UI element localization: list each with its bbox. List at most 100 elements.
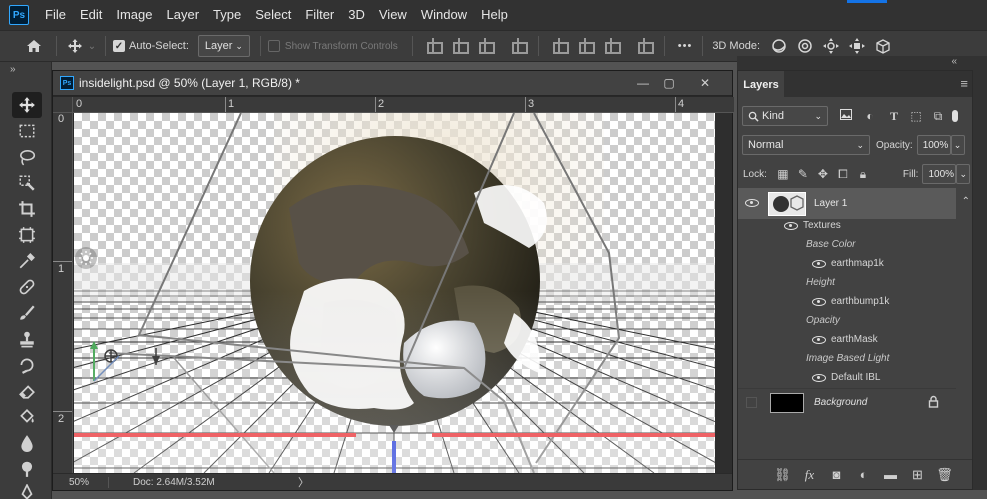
blend-mode-dropdown[interactable]: Normal ⌄: [742, 135, 870, 155]
minimize-icon[interactable]: —: [629, 74, 657, 92]
panel-menu-icon[interactable]: ≡: [960, 76, 968, 91]
menu-layer[interactable]: Layer: [160, 0, 207, 30]
layer-sub-item[interactable]: Default IBL: [812, 368, 987, 387]
history-brush-tool-icon[interactable]: [12, 352, 42, 378]
visibility-eye-icon[interactable]: [812, 297, 826, 306]
filter-kind-dropdown[interactable]: Kind ⌄: [742, 106, 828, 126]
collapse-toolbar-icon[interactable]: »: [0, 62, 51, 76]
canvas[interactable]: [74, 113, 715, 473]
menu-file[interactable]: File: [38, 0, 73, 30]
auto-select-target-dropdown[interactable]: Layer ⌄: [197, 35, 250, 57]
quick-select-tool-icon[interactable]: [12, 170, 42, 196]
visibility-eye-icon[interactable]: [745, 199, 759, 207]
vertical-ruler[interactable]: 0 1 2: [53, 113, 73, 473]
frame-tool-icon[interactable]: [12, 222, 42, 248]
visibility-eye-icon[interactable]: [784, 221, 798, 230]
visibility-eye-icon[interactable]: [812, 335, 826, 344]
chevron-up-icon[interactable]: ⌃: [962, 196, 970, 207]
horizontal-ruler[interactable]: 0 1 2 3 4: [73, 97, 734, 113]
smart-object-filter-icon[interactable]: ⧉: [928, 109, 948, 124]
collapse-panels-icon[interactable]: «: [737, 56, 987, 70]
menu-filter[interactable]: Filter: [298, 0, 341, 30]
home-icon[interactable]: [24, 34, 44, 58]
orbit-3d-icon[interactable]: [766, 34, 792, 58]
more-options-icon[interactable]: •••: [678, 40, 693, 52]
layer-sub-item[interactable]: Base Color: [806, 235, 987, 254]
zoom-level[interactable]: 50%: [53, 477, 108, 488]
move-tool-icon[interactable]: [64, 34, 86, 58]
marquee-tool-icon[interactable]: [12, 118, 42, 144]
healing-brush-tool-icon[interactable]: [12, 274, 42, 300]
light-widget-icon[interactable]: [75, 247, 97, 269]
panel-scrollbar[interactable]: [973, 70, 987, 490]
dodge-tool-icon[interactable]: [12, 456, 42, 482]
menu-select[interactable]: Select: [248, 0, 298, 30]
fx-icon[interactable]: fx: [796, 467, 823, 483]
image-filter-icon[interactable]: [836, 109, 856, 123]
lasso-tool-icon[interactable]: [12, 144, 42, 170]
layer-row-background[interactable]: Background: [738, 388, 956, 416]
document-tab[interactable]: Ps insidelight.psd @ 50% (Layer 1, RGB/8…: [53, 71, 732, 96]
filter-toggle[interactable]: [952, 110, 958, 122]
menu-3d[interactable]: 3D: [341, 0, 372, 30]
visibility-toggle-empty[interactable]: [746, 397, 757, 408]
link-layers-icon[interactable]: ⛓: [769, 467, 796, 483]
eraser-tool-icon[interactable]: [12, 378, 42, 404]
pen-tool-icon[interactable]: [12, 480, 42, 499]
lock-position-icon[interactable]: ✥: [813, 167, 833, 181]
type-filter-icon[interactable]: T: [884, 109, 904, 124]
menu-window[interactable]: Window: [414, 0, 474, 30]
lock-icon[interactable]: [928, 395, 939, 411]
tab-layers[interactable]: Layers: [738, 71, 784, 97]
align-right-icon[interactable]: [477, 38, 495, 54]
shape-filter-icon[interactable]: ⬚: [906, 109, 926, 123]
roll-3d-icon[interactable]: [792, 34, 818, 58]
slide-3d-icon[interactable]: [844, 34, 870, 58]
layer-sub-item[interactable]: earthbump1k: [812, 292, 987, 311]
add-mask-icon[interactable]: ◙: [823, 467, 850, 482]
crop-tool-icon[interactable]: [12, 196, 42, 222]
align-bottom-icon[interactable]: [603, 38, 621, 54]
layer-sub-item[interactable]: earthmap1k: [812, 254, 987, 273]
fill-input[interactable]: 100%: [922, 164, 957, 184]
align-middle-icon[interactable]: [510, 38, 528, 54]
layer-sub-item[interactable]: Textures: [784, 216, 987, 235]
move-tool-icon[interactable]: [12, 92, 42, 118]
layer-sub-item[interactable]: Height: [806, 273, 987, 292]
lock-all-icon[interactable]: 🔒︎: [853, 167, 873, 182]
blur-tool-icon[interactable]: [12, 430, 42, 456]
new-layer-icon[interactable]: ⊞: [904, 467, 931, 483]
menu-edit[interactable]: Edit: [73, 0, 109, 30]
align-center-icon[interactable]: [451, 38, 469, 54]
adjustment-filter-icon[interactable]: ◐: [860, 109, 880, 123]
lock-transparent-icon[interactable]: ▦: [773, 167, 793, 181]
fill-dropdown-icon[interactable]: ⌄: [956, 164, 971, 184]
drag-3d-icon[interactable]: [818, 34, 844, 58]
chevron-down-icon[interactable]: ⌄: [86, 34, 98, 58]
menu-help[interactable]: Help: [474, 0, 515, 30]
layer-sub-item[interactable]: Image Based Light: [806, 349, 987, 368]
layer-row-layer-1[interactable]: Layer 1 ⌃: [738, 188, 970, 219]
adjustment-layer-icon[interactable]: ◐: [850, 467, 877, 482]
lock-image-icon[interactable]: ✎: [793, 167, 813, 181]
menu-view[interactable]: View: [372, 0, 414, 30]
paint-bucket-tool-icon[interactable]: [12, 404, 42, 430]
visibility-eye-icon[interactable]: [812, 259, 826, 268]
brush-tool-icon[interactable]: [12, 300, 42, 326]
layer-sub-item[interactable]: earthMask: [812, 330, 987, 349]
align-vcenter-icon[interactable]: [577, 38, 595, 54]
folder-icon[interactable]: ▬: [877, 467, 904, 482]
show-transform-checkbox[interactable]: [267, 40, 280, 52]
menu-type[interactable]: Type: [206, 0, 248, 30]
status-menu-arrow-icon[interactable]: 〉: [298, 474, 309, 490]
vertical-scrollbar[interactable]: [715, 113, 732, 473]
distribute-icon[interactable]: [636, 38, 654, 54]
auto-select-checkbox[interactable]: ✓: [113, 40, 125, 52]
maximize-icon[interactable]: ▢: [655, 74, 683, 92]
layer-sub-item[interactable]: Opacity: [806, 311, 987, 330]
clone-stamp-tool-icon[interactable]: [12, 326, 42, 352]
scale-3d-icon[interactable]: [870, 34, 896, 58]
close-icon[interactable]: ✕: [691, 74, 719, 92]
opacity-input[interactable]: 100%: [916, 135, 951, 155]
visibility-eye-icon[interactable]: [812, 373, 826, 382]
